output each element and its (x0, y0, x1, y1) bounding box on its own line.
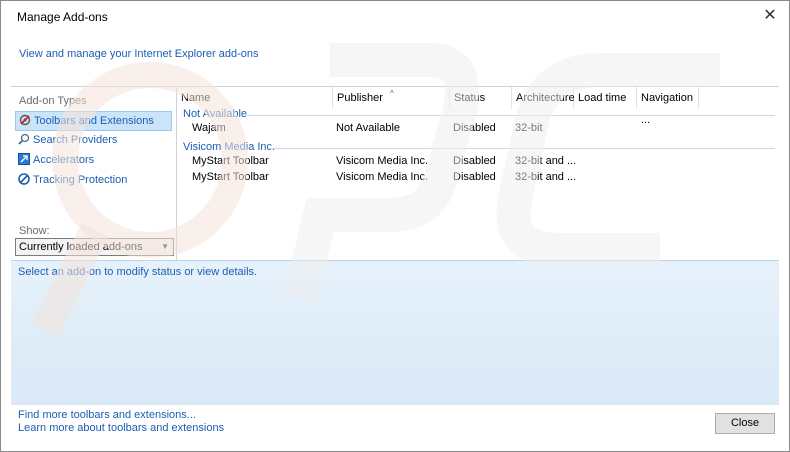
group-divider (269, 148, 775, 149)
close-button[interactable]: Close (715, 413, 775, 434)
sort-ascending-icon: ^ (390, 89, 394, 98)
cell-publisher: Visicom Media Inc. (336, 155, 429, 167)
show-label: Show: (19, 225, 50, 237)
table-row[interactable]: Wajam Not Available Disabled 32-bit (177, 122, 779, 138)
show-dropdown-value: Currently loaded add-ons (19, 241, 143, 253)
chevron-down-icon: ▼ (161, 242, 169, 251)
sidebar-item-toolbars-extensions[interactable]: Toolbars and Extensions (15, 111, 172, 131)
column-header-load-time[interactable]: Load time (574, 87, 637, 109)
sidebar-item-label: Tracking Protection (33, 174, 128, 186)
group-header: Not Available (183, 108, 248, 120)
addon-list: Name Publisher Status Architecture Load … (177, 87, 779, 260)
sidebar-item-tracking-protection[interactable]: Tracking Protection (15, 171, 172, 189)
cell-name: MyStart Toolbar (192, 171, 269, 183)
details-pane: Select an add-on to modify status or vie… (11, 260, 779, 405)
titlebar: Manage Add-ons ✕ (1, 1, 789, 31)
sidebar-item-accelerators[interactable]: Accelerators (15, 151, 172, 169)
cell-publisher: Not Available (336, 122, 401, 134)
sidebar-item-label: Toolbars and Extensions (34, 115, 154, 127)
find-more-link[interactable]: Find more toolbars and extensions... (18, 409, 196, 421)
accelerator-icon (18, 153, 30, 165)
window-title: Manage Add-ons (17, 10, 108, 24)
show-dropdown[interactable]: Currently loaded add-ons ▼ (15, 238, 174, 256)
cell-architecture: 32-bit and ... (515, 155, 577, 167)
column-header-navigation[interactable]: Navigation ... (637, 87, 699, 126)
close-icon[interactable]: ✕ (759, 5, 781, 27)
details-hint: Select an add-on to modify status or vie… (18, 266, 258, 278)
cell-architecture: 32-bit (515, 122, 543, 134)
group-divider (245, 115, 775, 116)
column-header-architecture[interactable]: Architecture (512, 87, 575, 109)
cell-architecture: 32-bit and ... (515, 171, 577, 183)
table-row[interactable]: MyStart Toolbar Visicom Media Inc. Disab… (177, 171, 779, 187)
column-header-status[interactable]: Status (450, 87, 512, 109)
cell-status: Disabled (453, 171, 496, 183)
sidebar-item-label: Search Providers (33, 134, 118, 146)
addon-types-pane: Add-on Types Toolbars and Extensions Sea… (11, 87, 177, 260)
cell-name: MyStart Toolbar (192, 155, 269, 167)
sidebar-item-label: Accelerators (33, 154, 95, 166)
cell-status: Disabled (453, 155, 496, 167)
search-icon (18, 133, 30, 145)
column-header-name[interactable]: Name (177, 87, 333, 109)
manage-addons-link[interactable]: View and manage your Internet Explorer a… (19, 48, 259, 60)
sidebar-item-search-providers[interactable]: Search Providers (15, 131, 172, 149)
gear-blocked-icon (19, 114, 31, 126)
cell-status: Disabled (453, 122, 496, 134)
addon-types-heading: Add-on Types (19, 95, 87, 107)
learn-more-link[interactable]: Learn more about toolbars and extensions (18, 422, 224, 434)
footer: Find more toolbars and extensions... Lea… (1, 405, 789, 451)
block-icon (18, 173, 30, 185)
table-row[interactable]: MyStart Toolbar Visicom Media Inc. Disab… (177, 155, 779, 171)
cell-publisher: Visicom Media Inc. (336, 171, 429, 183)
group-header: Visicom Media Inc. (183, 141, 276, 153)
manage-addons-window: Manage Add-ons ✕ View and manage your In… (0, 0, 790, 452)
cell-name: Wajam (192, 122, 226, 134)
